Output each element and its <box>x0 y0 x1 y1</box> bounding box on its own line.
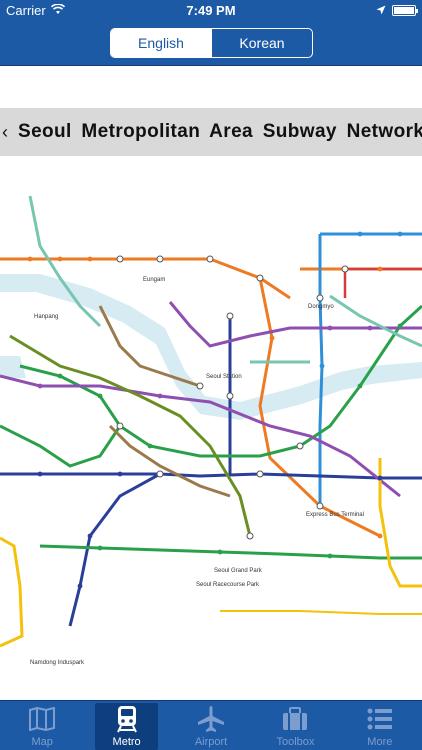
station-label-seoul-station: Seoul Station <box>206 374 242 380</box>
station-label-hanpang: Hanpang <box>34 314 58 320</box>
segment-korean[interactable]: Korean <box>211 29 312 57</box>
tab-airport-label: Airport <box>194 736 228 748</box>
segment-english[interactable]: English <box>111 29 211 57</box>
tab-toolbox-label: Toolbox <box>276 736 315 748</box>
tab-metro[interactable]: Metro <box>84 701 168 750</box>
station-label-seoul-racecourse-park: Seoul Racecourse Park <box>196 582 260 588</box>
station-label-seoul-grand-park: Seoul Grand Park <box>214 568 263 574</box>
station-label-namdong-induspark: Namdong Induspark <box>30 660 85 666</box>
toolbox-icon <box>281 704 309 734</box>
tab-more[interactable]: More <box>338 701 422 750</box>
tab-metro-label: Metro <box>112 736 141 748</box>
metro-train-icon <box>113 704 141 734</box>
subway-map-graphic: Hanpang Eungam Dongmyo Seoul Station Exp… <box>0 195 422 666</box>
status-time: 7:49 PM <box>186 3 236 18</box>
battery-fill <box>394 7 414 14</box>
tab-map-label: Map <box>31 736 53 748</box>
airplane-icon <box>197 704 225 734</box>
tab-more-label: More <box>367 736 393 748</box>
map-icon <box>28 704 56 734</box>
map-title-banner: ‹ Seoul Metropolitan Area Subway Network <box>0 108 422 156</box>
battery-icon <box>392 5 418 16</box>
station-label-express-bus-terminal: Express Bus Terminal <box>306 512 364 518</box>
navigation-bar: English Korean <box>0 22 422 66</box>
location-arrow-icon <box>376 3 386 18</box>
status-right <box>376 3 418 18</box>
station-label-dongmyo: Dongmyo <box>308 304 334 310</box>
more-list-icon <box>366 704 394 734</box>
subway-map-view[interactable]: Hanpang Eungam Dongmyo Seoul Station Exp… <box>0 66 422 700</box>
station-label-eungam: Eungam <box>143 277 165 283</box>
status-bar: Carrier 7:49 PM <box>0 0 422 22</box>
tab-airport[interactable]: Airport <box>169 701 253 750</box>
language-segmented-control: English Korean <box>110 28 313 58</box>
tab-map[interactable]: Map <box>0 701 84 750</box>
map-title: Seoul Metropolitan Area Subway Network <box>18 121 422 142</box>
bottom-tab-bar: Map Metro Airport Toolbox More <box>0 700 422 750</box>
tab-toolbox[interactable]: Toolbox <box>253 701 337 750</box>
